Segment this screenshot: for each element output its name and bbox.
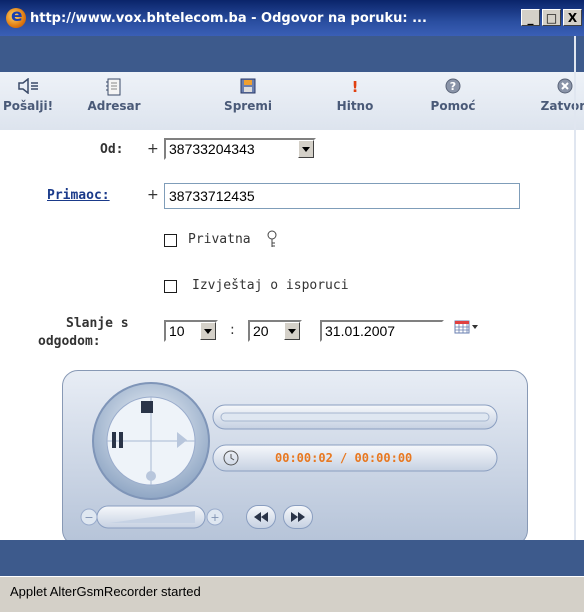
urgent-label: Hitno: [336, 99, 374, 113]
exclamation-icon: !: [351, 78, 359, 96]
address-book-label: Adresar: [87, 99, 141, 113]
svg-text:?: ?: [450, 80, 456, 93]
header-band: [0, 36, 584, 72]
svg-text:−: −: [84, 511, 93, 524]
window-controls: _ □ X: [521, 9, 582, 26]
toolbar: Pošalji! Adresar Spremi ! Hitno ? Pomoć …: [0, 72, 584, 130]
minute-select[interactable]: 20: [248, 320, 302, 342]
status-text: Applet AlterGsmRecorder started: [10, 584, 201, 599]
window-title: http://www.vox.bhtelecom.ba - Odgovor na…: [30, 10, 427, 26]
play-icon[interactable]: [175, 431, 189, 453]
fast-forward-icon: [291, 512, 305, 522]
save-label: Spremi: [224, 99, 272, 113]
minimize-button[interactable]: _: [521, 9, 540, 26]
hour-select[interactable]: 10: [164, 320, 218, 342]
recipient-link[interactable]: Primaoc:: [47, 188, 110, 203]
fast-forward-button[interactable]: [283, 505, 313, 529]
rewind-button[interactable]: [246, 505, 276, 529]
pause-icon[interactable]: [111, 431, 125, 453]
chevron-down-icon: [284, 322, 300, 340]
chevron-down-icon: [200, 322, 216, 340]
close-window-button[interactable]: X: [563, 9, 582, 26]
save-button[interactable]: Spremi: [220, 78, 276, 113]
key-icon: [266, 230, 278, 252]
recipient-input[interactable]: 38733712435: [164, 183, 520, 209]
save-icon: [220, 78, 276, 96]
maximize-button[interactable]: □: [542, 9, 561, 26]
send-button[interactable]: Pošalji!: [2, 77, 54, 113]
calendar-icon[interactable]: [454, 319, 480, 338]
address-book-button[interactable]: Adresar: [74, 78, 154, 113]
svg-text:+: +: [210, 511, 219, 524]
minute-value: 20: [253, 323, 269, 339]
time-separator: :: [230, 322, 235, 338]
time-readout: 00:00:02 / 00:00:00: [275, 451, 413, 465]
help-label: Pomoć: [430, 99, 476, 113]
private-checkbox[interactable]: [164, 234, 177, 247]
urgent-button[interactable]: ! Hitno: [330, 78, 380, 113]
private-label: Privatna: [188, 232, 251, 247]
help-icon: ?: [426, 78, 480, 96]
help-button[interactable]: ? Pomoć: [426, 78, 480, 113]
delay-label-line1: Slanje s: [66, 316, 129, 331]
date-input[interactable]: 31.01.2007: [320, 320, 444, 342]
speaker-icon: [2, 77, 54, 96]
delivery-report-label: Izvještaj o isporuci: [192, 278, 349, 293]
browser-icon: [6, 6, 26, 28]
hour-value: 10: [169, 323, 185, 339]
recorder-applet: − + 00:00:02 / 00:00:00: [62, 370, 528, 546]
close-icon: [536, 78, 584, 96]
window-titlebar: http://www.vox.bhtelecom.ba - Odgovor na…: [0, 0, 584, 36]
send-label: Pošalji!: [2, 99, 54, 113]
footer-band: [0, 540, 584, 576]
from-select[interactable]: 38733204343: [164, 138, 316, 160]
stop-icon[interactable]: [141, 401, 153, 413]
record-icon[interactable]: [145, 467, 157, 486]
status-bar: Applet AlterGsmRecorder started: [0, 576, 584, 612]
close-button[interactable]: Zatvori: [536, 78, 584, 113]
delivery-report-checkbox[interactable]: [164, 280, 177, 293]
window-edge: [574, 36, 576, 576]
close-label: Zatvori: [540, 99, 584, 113]
rewind-icon: [254, 512, 268, 522]
from-label: Od:: [100, 142, 124, 157]
address-book-icon: [74, 78, 154, 96]
from-value: 38733204343: [169, 141, 255, 157]
delay-label-line2: odgodom:: [38, 334, 101, 349]
chevron-down-icon: [298, 140, 314, 158]
date-value: 31.01.2007: [325, 323, 396, 339]
from-plus: +: [147, 141, 159, 157]
to-plus: +: [147, 187, 159, 203]
